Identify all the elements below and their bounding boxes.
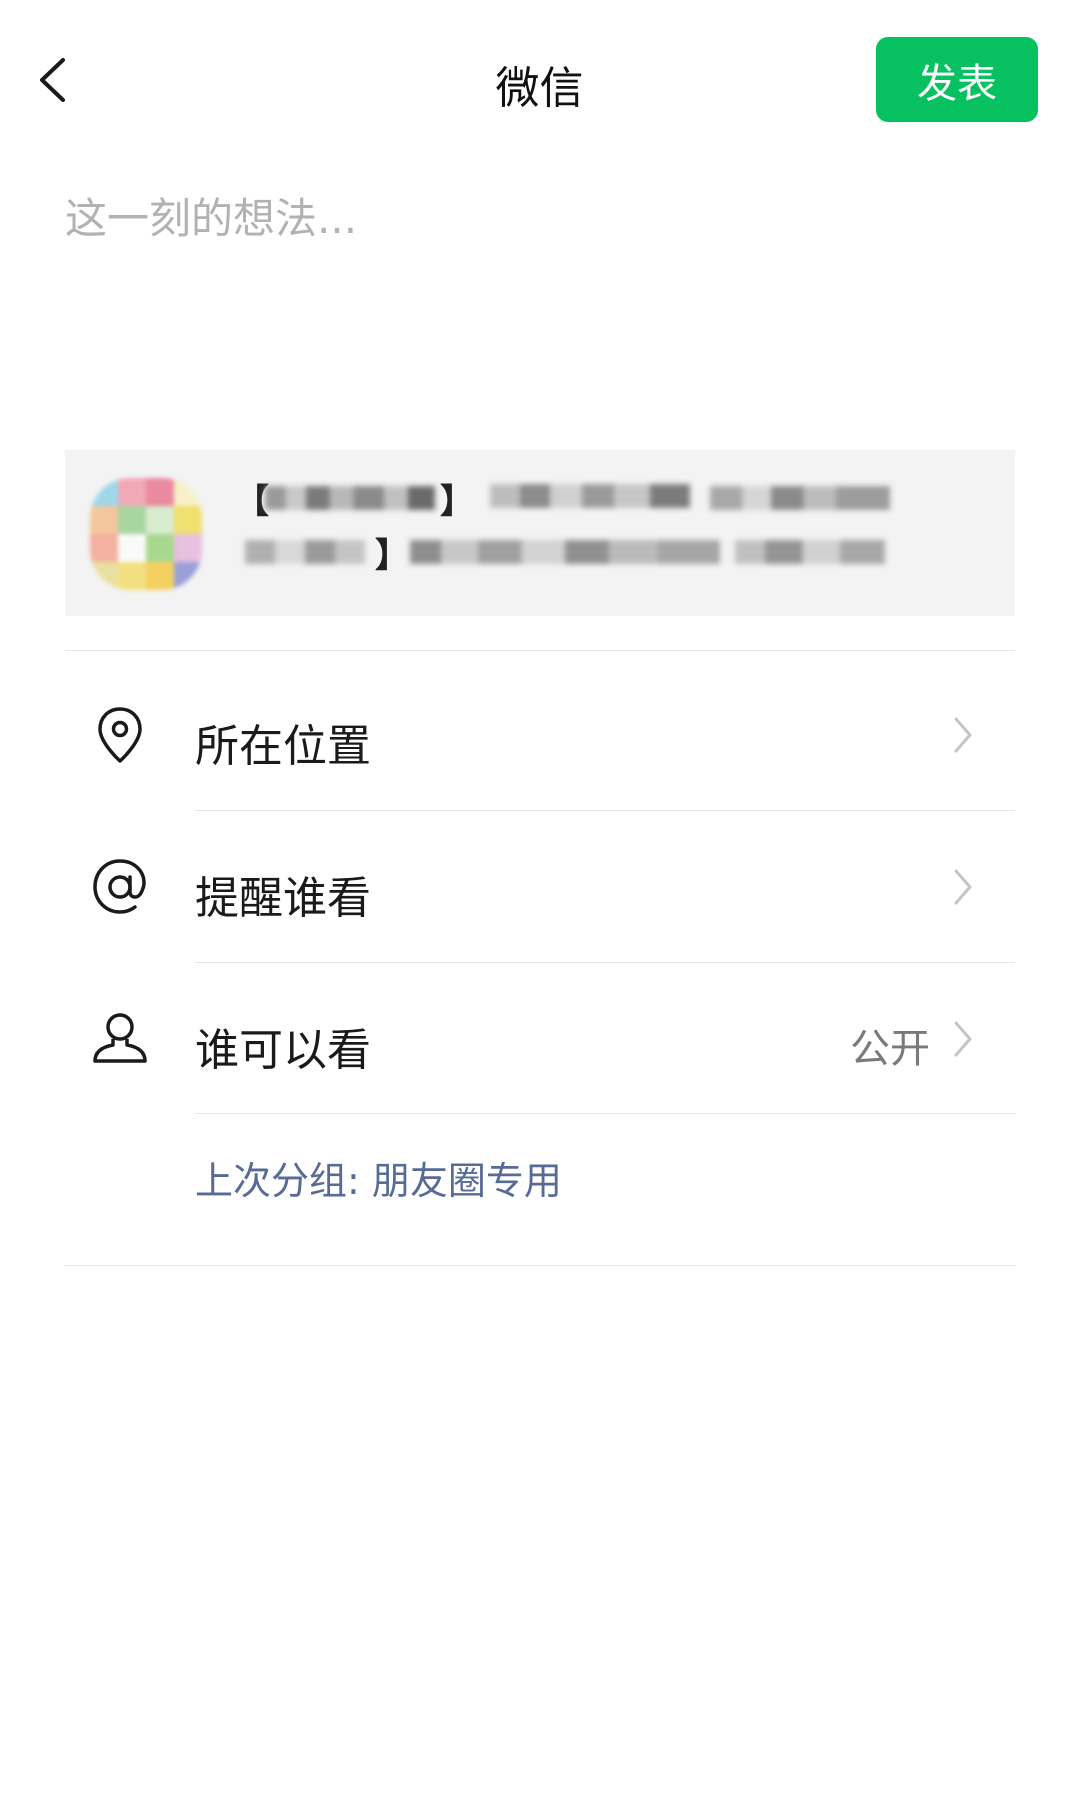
mention-label: 提醒谁看 — [195, 873, 371, 924]
chevron-right-icon — [954, 717, 972, 753]
last-group-link[interactable]: 上次分组: 朋友圈专用 — [195, 1150, 562, 1205]
mention-row[interactable]: 提醒谁看 — [65, 812, 1015, 962]
link-title-pixelated: 【 】 】 — [235, 480, 995, 590]
shared-link-card[interactable]: 【 】 】 — [65, 450, 1015, 616]
divider — [195, 962, 1015, 963]
visibility-label: 谁可以看 — [195, 1025, 371, 1076]
chevron-right-icon — [954, 1021, 972, 1057]
person-icon — [93, 1013, 147, 1063]
location-label: 所在位置 — [195, 721, 371, 772]
divider — [65, 650, 1015, 651]
bracket-open: 【 — [235, 482, 269, 522]
at-sign-icon — [93, 859, 146, 914]
visibility-row[interactable]: 谁可以看 公开 — [65, 964, 1015, 1114]
divider — [195, 810, 1015, 811]
top-bar: 微信 发表 — [0, 0, 1079, 160]
link-thumbnail — [90, 478, 202, 590]
divider — [65, 1265, 1015, 1266]
chevron-right-icon — [954, 869, 972, 905]
location-pin-icon — [98, 707, 142, 763]
moment-text-input[interactable] — [65, 185, 1015, 415]
location-row[interactable]: 所在位置 — [65, 660, 1015, 810]
publish-button[interactable]: 发表 — [876, 37, 1038, 122]
bracket-close-2: 】 — [375, 536, 409, 576]
bracket-close: 】 — [440, 482, 474, 522]
divider — [195, 1113, 1015, 1114]
visibility-value: 公开 — [850, 1026, 930, 1072]
